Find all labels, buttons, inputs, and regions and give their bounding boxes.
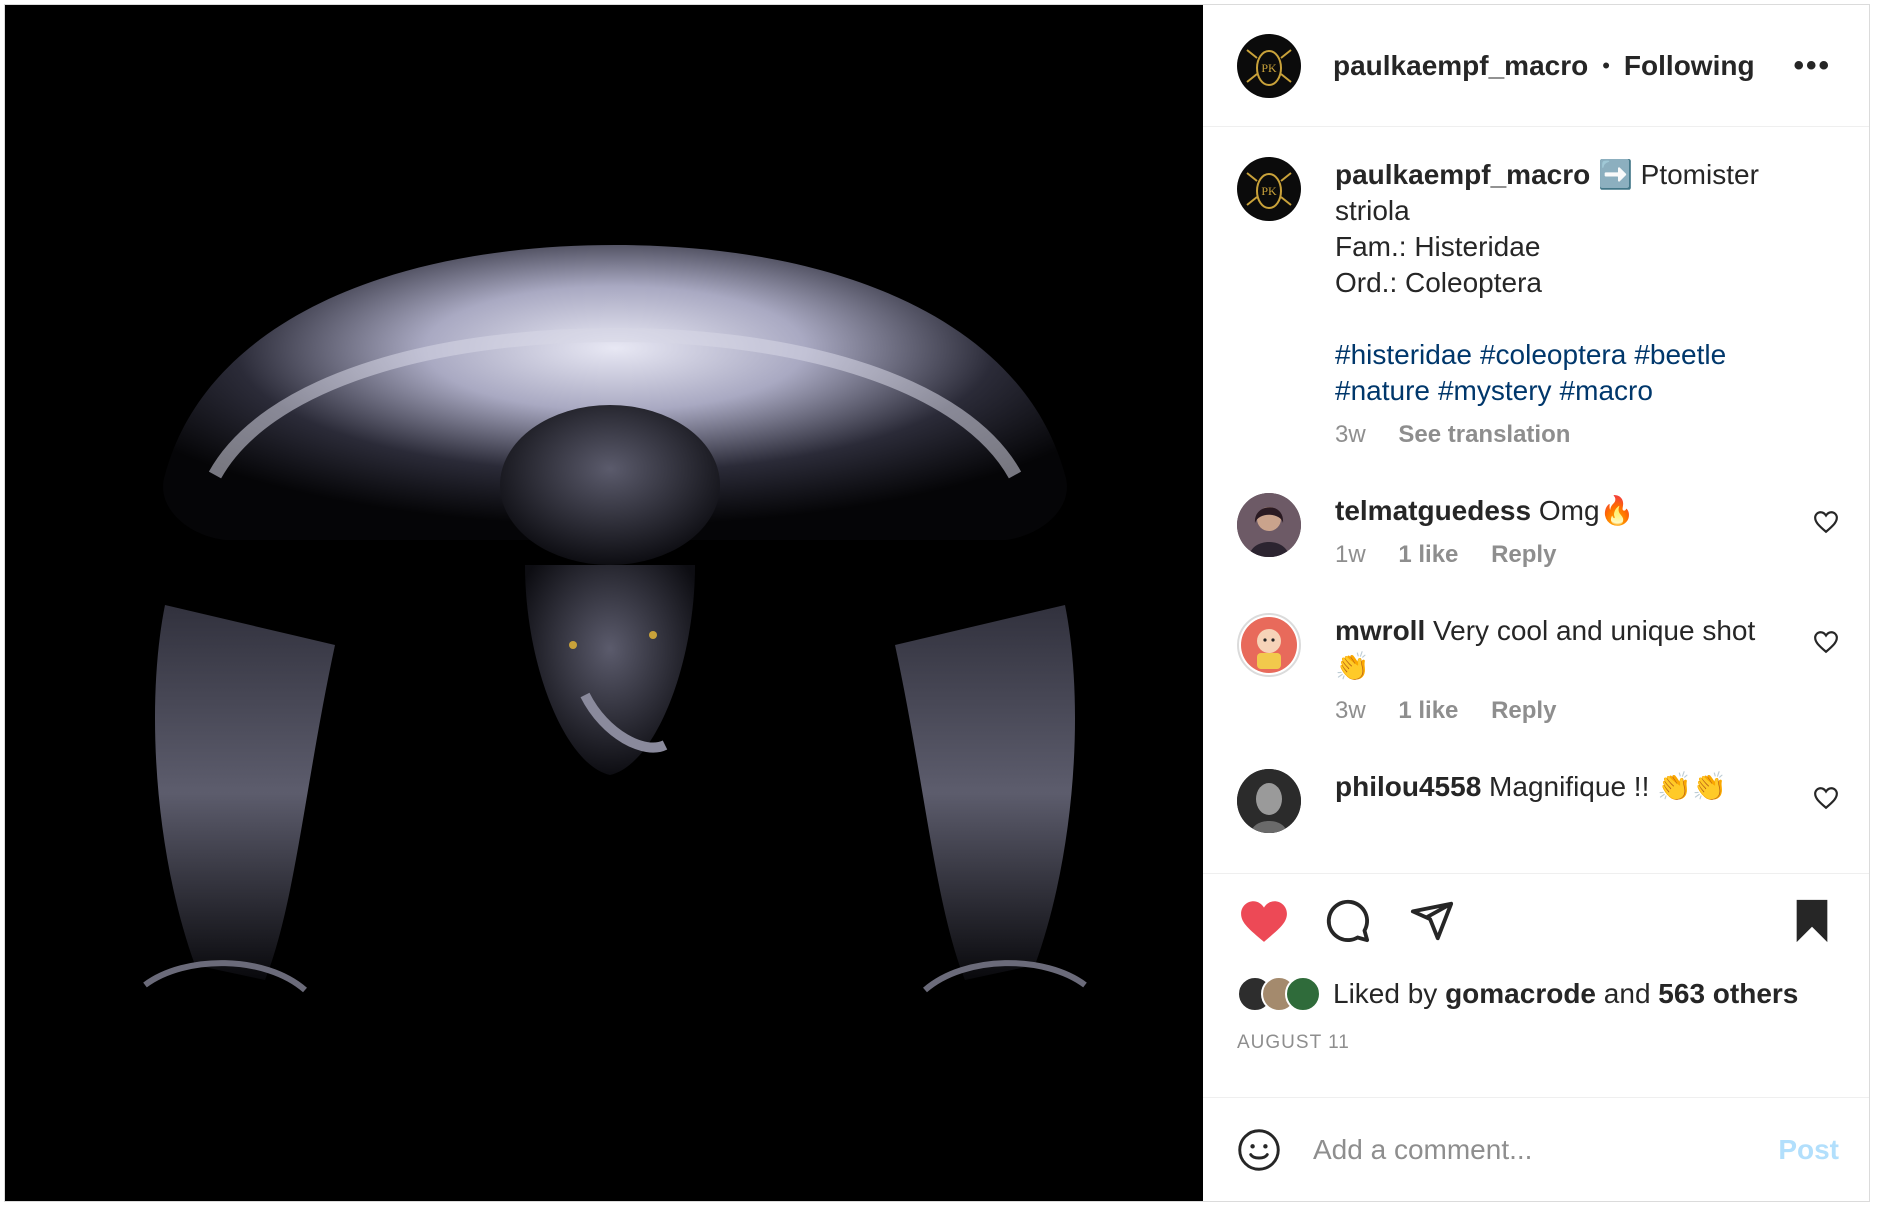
avatar-initials: PK [1261, 61, 1277, 75]
comment-bubble-icon [1326, 899, 1370, 943]
share-button[interactable] [1405, 894, 1459, 948]
caption-text: paulkaempf_macro ➡️ Ptomister striola Fa… [1335, 157, 1775, 453]
caption-line-4: Ord.: Coleoptera [1335, 267, 1542, 298]
hashtag-link[interactable]: #histeridae [1335, 339, 1472, 370]
liked-by-and: and [1603, 978, 1651, 1009]
like-post-button[interactable] [1237, 894, 1291, 948]
action-icons [1237, 894, 1839, 948]
beetle-logo-icon: PK [1238, 34, 1300, 97]
header-separator: • [1602, 52, 1610, 78]
author-username[interactable]: paulkaempf_macro [1333, 50, 1588, 82]
liker-avatar[interactable] [1285, 976, 1321, 1012]
hashtags: #histeridae #coleoptera #beetle #nature #my… [1335, 337, 1775, 409]
comment-time[interactable]: 1w [1335, 541, 1366, 568]
hashtag-link[interactable]: #mystery [1438, 375, 1552, 406]
caption-line-3: Fam.: Histeridae [1335, 231, 1541, 262]
following-button[interactable]: Following [1624, 50, 1755, 82]
cartoon-avatar-icon [1241, 617, 1297, 673]
comment-username[interactable]: telmatguedess [1335, 495, 1531, 526]
bookmark-filled-icon [1796, 899, 1828, 943]
comment-text: Omg🔥 [1538, 495, 1635, 526]
like-comment-heart-icon[interactable] [1813, 509, 1839, 535]
post-date[interactable]: AUGUST 11 [1237, 1032, 1839, 1054]
instagram-post: PK paulkaempf_macro • Following ••• PK p… [4, 4, 1870, 1202]
post-details-panel: PK paulkaempf_macro • Following ••• PK p… [1203, 5, 1869, 1201]
statue-avatar-icon [1237, 769, 1301, 833]
liked-by-user[interactable]: gomacrode [1445, 978, 1596, 1009]
caption-time[interactable]: 3w [1335, 421, 1366, 448]
liked-by-prefix: Liked by [1333, 978, 1438, 1009]
post-image[interactable] [5, 5, 1203, 1201]
caption-username[interactable]: paulkaempf_macro [1335, 159, 1590, 190]
comment-item: telmatguedess Omg🔥 1w 1 like Reply [1237, 493, 1839, 573]
comment-likes[interactable]: 1 like [1398, 541, 1458, 568]
reply-button[interactable]: Reply [1491, 541, 1556, 568]
save-post-button[interactable] [1785, 894, 1839, 948]
comment-button[interactable] [1321, 894, 1375, 948]
hashtag-link[interactable]: #macro [1560, 375, 1653, 406]
beetle-photo [5, 5, 1203, 1201]
author-avatar[interactable]: PK [1237, 33, 1301, 98]
caption-line-2: striola [1335, 195, 1410, 226]
comments-list[interactable]: PK paulkaempf_macro ➡️ Ptomister striola… [1203, 127, 1869, 873]
post-comment-button[interactable]: Post [1778, 1134, 1839, 1166]
reply-button[interactable]: Reply [1491, 697, 1556, 724]
hashtag-link[interactable]: #coleoptera [1480, 339, 1626, 370]
comment-meta: 3w 1 like Reply [1335, 693, 1775, 729]
comment-username[interactable]: philou4558 [1335, 771, 1481, 802]
hashtag-link[interactable]: #nature [1335, 375, 1430, 406]
add-comment-bar: Post [1203, 1097, 1869, 1201]
comment-meta: 1w 1 like Reply [1335, 537, 1775, 573]
person-avatar-icon [1237, 493, 1301, 557]
comment-item: mwroll Very cool and unique shot 👏 3w 1 … [1237, 613, 1839, 729]
heart-filled-icon [1241, 901, 1287, 942]
emoji-smiley-icon[interactable] [1237, 1128, 1281, 1172]
avatar-initials: PK [1261, 184, 1277, 198]
post-actions: Liked by gomacrode and 563 others AUGUST… [1203, 873, 1869, 1097]
like-comment-heart-icon[interactable] [1813, 785, 1839, 811]
caption-meta: 3w See translation [1335, 417, 1775, 453]
hashtag-link[interactable]: #beetle [1634, 339, 1726, 370]
comment-text: Magnifique !! 👏👏 [1489, 771, 1727, 802]
arrow-right-emoji: ➡️ [1598, 159, 1633, 190]
commenter-avatar[interactable] [1237, 493, 1301, 557]
liked-by: Liked by gomacrode and 563 others [1237, 976, 1839, 1012]
comment-username[interactable]: mwroll [1335, 615, 1425, 646]
caption-line-1: Ptomister [1640, 159, 1759, 190]
add-comment-input[interactable] [1311, 1132, 1779, 1167]
caption: PK paulkaempf_macro ➡️ Ptomister striola… [1237, 157, 1839, 453]
see-translation-link[interactable]: See translation [1398, 421, 1570, 448]
paper-plane-icon [1410, 901, 1454, 941]
liked-by-others[interactable]: 563 others [1658, 978, 1798, 1009]
caption-author-avatar[interactable]: PK [1237, 157, 1301, 221]
comment-time[interactable]: 3w [1335, 697, 1366, 724]
post-header: PK paulkaempf_macro • Following ••• [1203, 5, 1869, 127]
more-options-icon[interactable]: ••• [1793, 50, 1831, 81]
commenter-avatar[interactable] [1237, 613, 1301, 677]
like-comment-heart-icon[interactable] [1813, 629, 1839, 655]
commenter-avatar[interactable] [1237, 769, 1301, 833]
comment-item: philou4558 Magnifique !! 👏👏 [1237, 769, 1839, 833]
beetle-logo-icon: PK [1238, 158, 1300, 220]
comment-likes[interactable]: 1 like [1398, 697, 1458, 724]
